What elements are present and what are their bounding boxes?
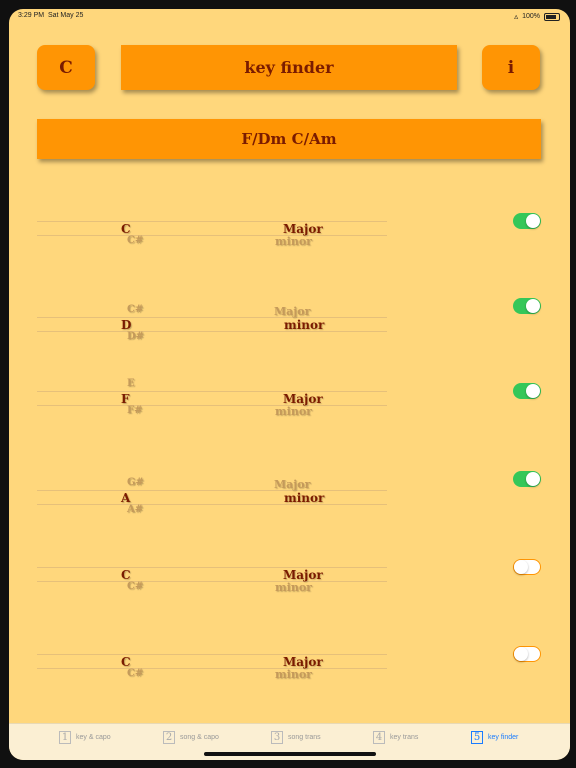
tab-number: 3 xyxy=(271,731,283,744)
status-date: Sat May 25 xyxy=(47,12,84,19)
root-note: C xyxy=(121,222,131,236)
mode-label: Major xyxy=(283,222,323,236)
mode-label: Major xyxy=(283,568,323,582)
chord-row: C C# Major minor xyxy=(9,549,570,619)
status-time: 3:29 PM xyxy=(18,12,45,19)
found-keys-display: F/Dm C/Am xyxy=(37,119,541,159)
note-below: C# xyxy=(127,235,144,246)
tab-key-trans[interactable]: 4 key trans xyxy=(373,731,418,744)
mode-above: Major xyxy=(274,478,311,491)
note-below: C# xyxy=(127,581,144,592)
staff-line xyxy=(37,668,387,669)
home-indicator xyxy=(204,752,376,756)
toggle-knob xyxy=(526,214,540,228)
toggle-knob xyxy=(514,560,528,574)
page-title: key finder xyxy=(121,45,457,90)
row-toggle[interactable] xyxy=(513,383,541,399)
tab-song-capo[interactable]: 2 song & capo xyxy=(163,731,219,744)
mode-above: Major xyxy=(274,305,311,318)
mode-label: Major xyxy=(283,392,323,406)
status-right: ▵ 100% xyxy=(514,12,560,21)
mode-label: minor xyxy=(284,491,325,505)
tab-label: key trans xyxy=(390,734,419,741)
status-bar: 3:29 PM Sat May 25 ▵ 100% xyxy=(9,9,570,23)
tab-number: 5 xyxy=(471,731,483,744)
staff-line xyxy=(37,317,387,318)
chord-row: E F F# Major minor xyxy=(9,373,570,443)
root-note: A xyxy=(121,491,131,505)
note-above: E xyxy=(127,378,135,389)
tab-number: 1 xyxy=(59,731,71,744)
chord-row: C C# Major minor xyxy=(9,203,570,273)
staff-line xyxy=(37,490,387,491)
app-screen: 3:29 PM Sat May 25 ▵ 100% C key finder i… xyxy=(9,9,570,760)
tab-song-trans[interactable]: 3 song trans xyxy=(271,731,321,744)
staff-line xyxy=(37,567,387,568)
toggle-knob xyxy=(526,384,540,398)
staff-line xyxy=(37,581,387,582)
staff-line xyxy=(37,405,387,406)
note-below: A# xyxy=(127,504,144,515)
note-above: G# xyxy=(127,477,144,488)
note-below: C# xyxy=(127,668,144,679)
tab-label: song & capo xyxy=(180,734,219,741)
staff-line xyxy=(37,654,387,655)
note-below: D# xyxy=(127,331,145,342)
row-toggle[interactable] xyxy=(513,559,541,575)
toggle-knob xyxy=(526,299,540,313)
wifi-icon: ▵ xyxy=(514,12,519,21)
tab-key-finder[interactable]: 5 key finder xyxy=(471,731,518,744)
mode-below: minor xyxy=(275,235,312,248)
toggle-knob xyxy=(526,472,540,486)
note-above: C# xyxy=(127,304,144,315)
toggle-knob xyxy=(514,647,528,661)
staff-line xyxy=(37,221,387,222)
mode-label: minor xyxy=(284,318,325,332)
battery-icon xyxy=(544,12,560,21)
row-toggle[interactable] xyxy=(513,646,541,662)
info-button[interactable]: i xyxy=(482,45,540,90)
chord-row: C# D D# Major minor xyxy=(9,288,570,358)
status-time-date: 3:29 PM Sat May 25 xyxy=(18,12,83,19)
mode-below: minor xyxy=(275,668,312,681)
staff-line xyxy=(37,504,387,505)
tab-number: 4 xyxy=(373,731,385,744)
tab-label: key & capo xyxy=(76,734,111,741)
key-button[interactable]: C xyxy=(37,45,95,90)
mode-below: minor xyxy=(275,581,312,594)
tab-key-capo[interactable]: 1 key & capo xyxy=(59,731,111,744)
tab-label: song trans xyxy=(288,734,321,741)
root-note: F xyxy=(121,392,130,406)
battery-percent: 100% xyxy=(522,13,540,20)
row-toggle[interactable] xyxy=(513,471,541,487)
mode-below: minor xyxy=(275,405,312,418)
root-note: D xyxy=(121,318,132,332)
chord-row: G# A A# Major minor xyxy=(9,461,570,531)
mode-label: Major xyxy=(283,655,323,669)
staff-line xyxy=(37,391,387,392)
row-toggle[interactable] xyxy=(513,298,541,314)
chord-row: C C# Major minor xyxy=(9,636,570,706)
root-note: C xyxy=(121,655,131,669)
staff-line xyxy=(37,331,387,332)
staff-line xyxy=(37,235,387,236)
root-note: C xyxy=(121,568,131,582)
note-below: F# xyxy=(127,405,143,416)
row-toggle[interactable] xyxy=(513,213,541,229)
tab-number: 2 xyxy=(163,731,175,744)
tab-label: key finder xyxy=(488,734,519,741)
